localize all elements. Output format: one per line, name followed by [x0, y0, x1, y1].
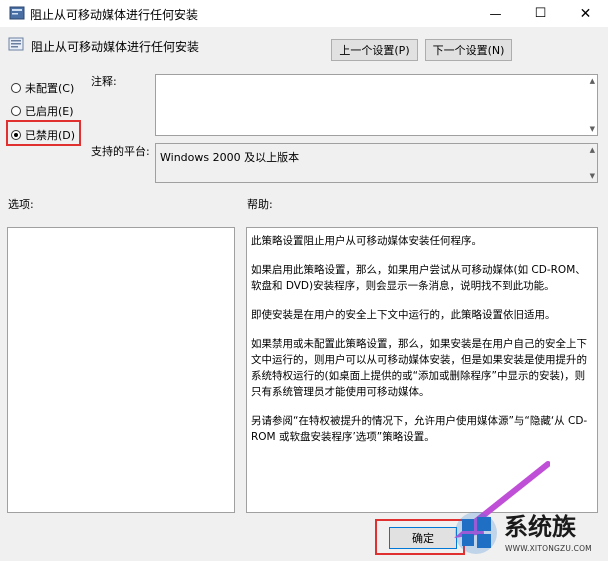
scroll-up-icon[interactable]: ▲	[590, 146, 595, 154]
scroll-down-icon[interactable]: ▼	[590, 172, 595, 180]
watermark-brand: 系统族	[504, 513, 576, 541]
maximize-icon: ☐	[534, 6, 547, 21]
minimize-icon: —	[489, 6, 502, 21]
radio-button-checked[interactable]	[11, 130, 21, 140]
title-bar: 阻止从可移动媒体进行任何安装 — ☐ ✕	[0, 0, 608, 27]
close-button[interactable]: ✕	[563, 0, 608, 27]
radio-enabled[interactable]: 已启用(E)	[11, 103, 74, 119]
help-paragraph: 如果禁用或未配置此策略设置，那么，如果安装是在用户自己的安全上下文中运行的，则用…	[251, 338, 587, 398]
window-title: 阻止从可移动媒体进行任何安装	[30, 8, 199, 22]
close-icon: ✕	[579, 5, 592, 22]
help-label: 帮助:	[247, 198, 273, 211]
scroll-up-icon[interactable]: ▲	[590, 77, 595, 85]
help-paragraph: 即使安装是在用户的安全上下文中运行的，此策略设置依旧适用。	[251, 309, 556, 321]
platform-label: 支持的平台:	[91, 145, 150, 158]
policy-icon	[8, 37, 24, 51]
next-setting-button[interactable]: 下一个设置(N)	[425, 39, 512, 61]
help-paragraph: 如果启用此策略设置，那么，如果用户尝试从可移动媒体(如 CD-ROM、软盘和 D…	[251, 264, 586, 292]
platform-field: Windows 2000 及以上版本 ▲ ▼	[155, 143, 598, 183]
policy-title: 阻止从可移动媒体进行任何安装	[31, 40, 200, 54]
platform-value: Windows 2000 及以上版本	[160, 151, 300, 164]
help-paragraph: 另请参阅“在特权被提升的情况下，允许用户使用媒体源”与“隐藏‘从 CD-ROM …	[251, 415, 588, 443]
radio-disabled[interactable]: 已禁用(D)	[11, 127, 75, 143]
radio-label-not-configured: 未配置(C)	[25, 82, 75, 95]
options-label: 选项:	[8, 198, 34, 211]
options-panel	[7, 227, 235, 513]
help-paragraph: 此策略设置阻止用户从可移动媒体安装任何程序。	[251, 235, 482, 247]
comment-textarea[interactable]: ▲ ▼	[155, 74, 598, 136]
radio-not-configured[interactable]: 未配置(C)	[11, 80, 74, 96]
radio-label-disabled: 已禁用(D)	[25, 129, 76, 142]
maximize-button[interactable]: ☐	[518, 0, 563, 27]
previous-setting-button[interactable]: 上一个设置(P)	[331, 39, 418, 61]
radio-button[interactable]	[11, 106, 21, 116]
scroll-down-icon[interactable]: ▼	[590, 125, 595, 133]
minimize-button[interactable]: —	[473, 0, 518, 27]
windows-logo-icon	[455, 512, 497, 554]
comment-label: 注释:	[91, 75, 117, 88]
radio-button[interactable]	[11, 83, 21, 93]
policy-window-icon	[9, 6, 25, 20]
radio-label-enabled: 已启用(E)	[25, 105, 74, 118]
watermark-url: WWW.XITONGZU.COM	[505, 544, 592, 553]
